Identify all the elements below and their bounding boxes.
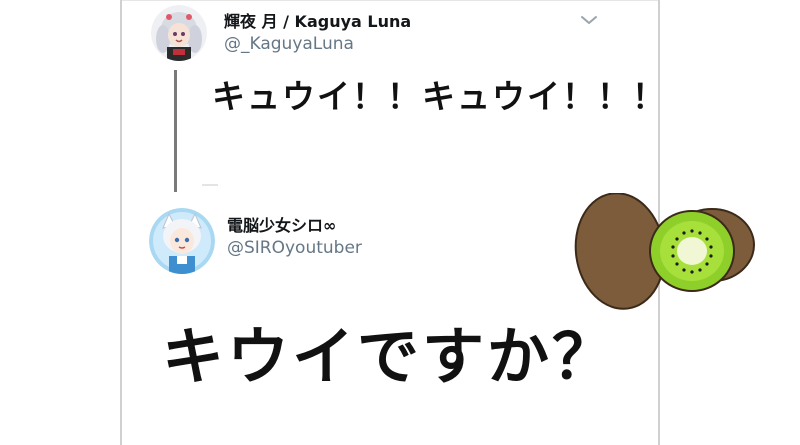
kiwi-fruit-illustration [574,193,755,310]
tweet2-body-text: キウイですか？ [162,320,618,393]
tweet-thread-card: 輝夜 月 / Kaguya Luna @_KaguyaLuna キュウイ！！キュ… [120,0,755,445]
card-top-divider [122,0,658,1]
thread-connector-line [174,70,177,192]
screenshot-stage: 輝夜 月 / Kaguya Luna @_KaguyaLuna キュウイ！！キュ… [0,0,800,445]
kaguya-luna-display-name[interactable]: 輝夜 月 / Kaguya Luna [224,8,411,32]
chevron-down-icon[interactable] [578,12,600,28]
siro-avatar[interactable] [149,208,215,274]
kaguya-luna-handle[interactable]: @_KaguyaLuna [224,34,354,54]
tweet1-body-text: キュウイ！！キュウイ！！！ [212,77,667,116]
kaguya-luna-avatar[interactable] [151,5,207,61]
thread-divider [202,184,218,186]
siro-handle[interactable]: @SIROyoutuber [227,238,362,258]
siro-display-name[interactable]: 電脳少女シロ∞ [227,212,336,236]
